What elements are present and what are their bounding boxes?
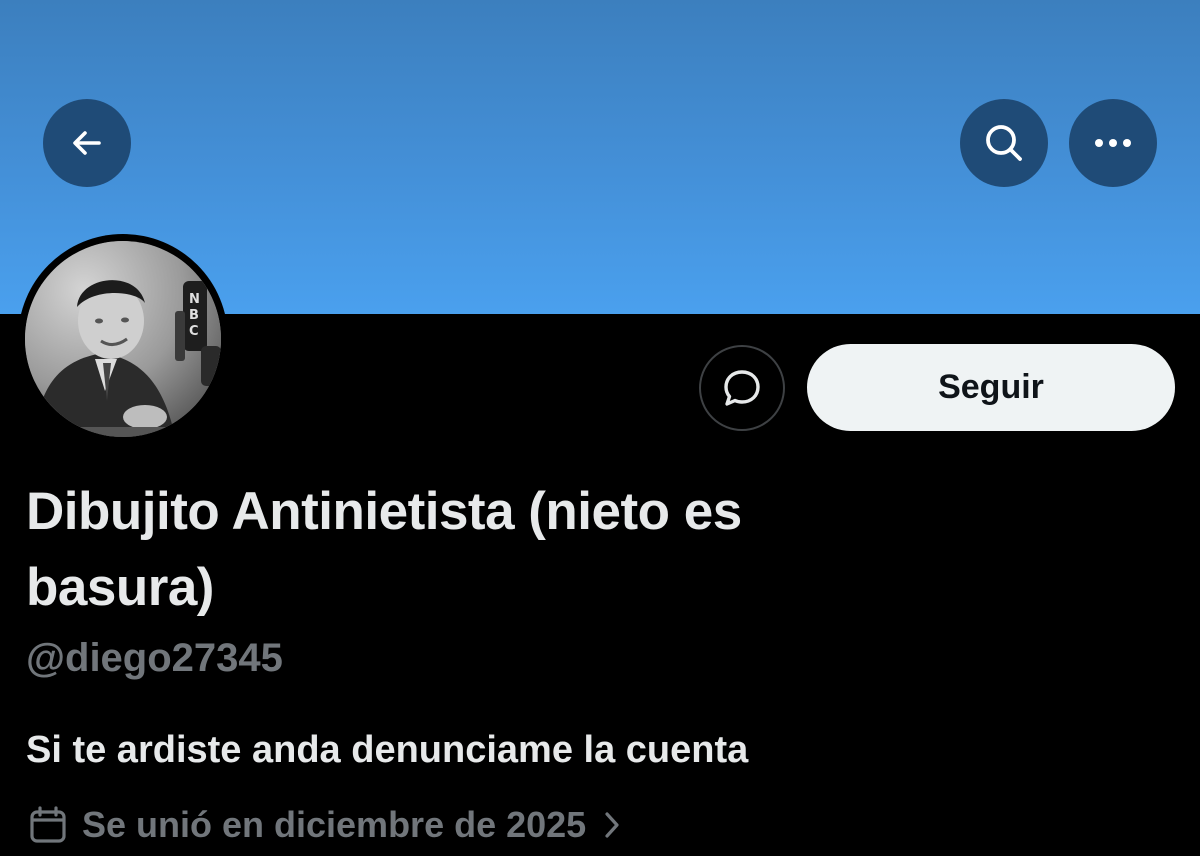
follow-button[interactable]: Seguir [807,344,1175,431]
profile-page: N B C Seguir Dibujito Antinietista (niet… [0,0,1200,856]
search-button[interactable] [960,99,1048,187]
svg-text:N: N [189,292,200,307]
search-icon [986,125,1022,161]
more-horizontal-icon [1095,139,1131,147]
joined-date-text: Se unió en diciembre de 2025 [82,804,587,845]
profile-handle: @diego27345 [26,636,283,680]
profile-bio: Si te ardiste anda denunciame la cuenta [26,729,749,771]
avatar[interactable]: N B C [18,234,228,444]
svg-text:C: C [189,324,199,339]
avatar-photo: N B C [25,241,221,437]
calendar-icon [28,805,68,845]
chevron-right-icon [602,808,622,842]
message-button[interactable] [699,345,785,431]
display-name: Dibujito Antinietista (nieto es basura) [26,482,742,617]
more-options-button[interactable] [1069,99,1157,187]
arrow-left-icon [73,131,101,155]
joined-date[interactable]: Se unió en diciembre de 2025 [28,798,622,852]
message-bubble-icon [724,370,760,406]
svg-text:B: B [189,308,199,323]
back-button[interactable] [43,99,131,187]
